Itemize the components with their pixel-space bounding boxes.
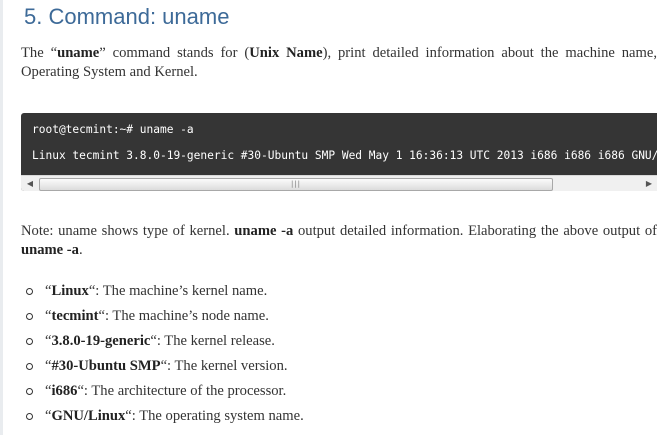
field-description: The operating system name. <box>139 408 304 424</box>
scroll-left-icon[interactable]: ◀ <box>22 176 38 191</box>
scroll-right-icon[interactable]: ▶ <box>641 176 657 191</box>
grip-icon: ||| <box>290 180 302 188</box>
field-name: GNU/Linux <box>51 408 126 424</box>
list-item: “Linux“: The machine’s kernel name. <box>23 282 643 307</box>
note-command: uname -a <box>234 223 294 239</box>
field-list: “Linux“: The machine’s kernel name. “tec… <box>23 282 643 432</box>
intro-command: uname <box>57 45 100 61</box>
list-item: “i686“: The architecture of the processo… <box>23 382 643 407</box>
field-name: Linux <box>51 283 89 299</box>
field-description: The architecture of the processor. <box>91 383 287 399</box>
bullet-icon <box>26 313 33 320</box>
note-mid: output detailed information. Elaborating… <box>293 223 657 239</box>
field-name: tecmint <box>51 308 99 324</box>
note-prefix: Note: uname shows type of kernel. <box>21 223 235 239</box>
field-name: 3.8.0-19-generic <box>51 333 151 349</box>
field-name: i686 <box>51 383 78 399</box>
list-item: “3.8.0-19-generic“: The kernel release. <box>23 332 643 357</box>
list-item: “#30-Ubuntu SMP“: The kernel version. <box>23 357 643 382</box>
intro-paragraph: The “uname” command stands for (Unix Nam… <box>21 44 657 82</box>
bullet-icon <box>26 388 33 395</box>
bullet-icon <box>26 288 33 295</box>
bullet-icon <box>26 363 33 370</box>
bullet-icon <box>26 413 33 420</box>
field-name: #30-Ubuntu SMP <box>51 358 161 374</box>
section-heading: 5. Command: uname <box>24 4 230 29</box>
article-page: 5. Command: uname The “uname” command st… <box>0 0 669 435</box>
list-item: “tecmint“: The machine’s node name. <box>23 307 643 332</box>
horizontal-scrollbar[interactable]: ◀ ||| ▶ <box>21 175 657 191</box>
terminal-output-line: Linux tecmint 3.8.0-19-generic #30-Ubunt… <box>32 149 657 162</box>
list-item: “GNU/Linux“: The operating system name. <box>23 407 643 432</box>
terminal-code-block[interactable]: root@tecmint:~# uname -a Linux tecmint 3… <box>21 113 657 191</box>
intro-open: The “ <box>21 45 58 61</box>
scrollbar-thumb[interactable]: ||| <box>39 178 553 191</box>
field-description: The kernel release. <box>164 333 275 349</box>
intro-mid: ” command stands for ( <box>99 45 250 61</box>
note-suffix: . <box>78 242 83 258</box>
intro-expansion: Unix Name <box>249 45 323 61</box>
terminal-prompt-line: root@tecmint:~# uname -a <box>32 123 194 136</box>
note-paragraph: Note: uname shows type of kernel. uname … <box>21 222 657 260</box>
left-border <box>0 0 3 435</box>
field-description: The machine’s node name. <box>112 308 269 324</box>
bullet-icon <box>26 338 33 345</box>
field-description: The kernel version. <box>174 358 288 374</box>
field-description: The machine’s kernel name. <box>102 283 268 299</box>
note-command-2: uname -a <box>21 242 79 258</box>
